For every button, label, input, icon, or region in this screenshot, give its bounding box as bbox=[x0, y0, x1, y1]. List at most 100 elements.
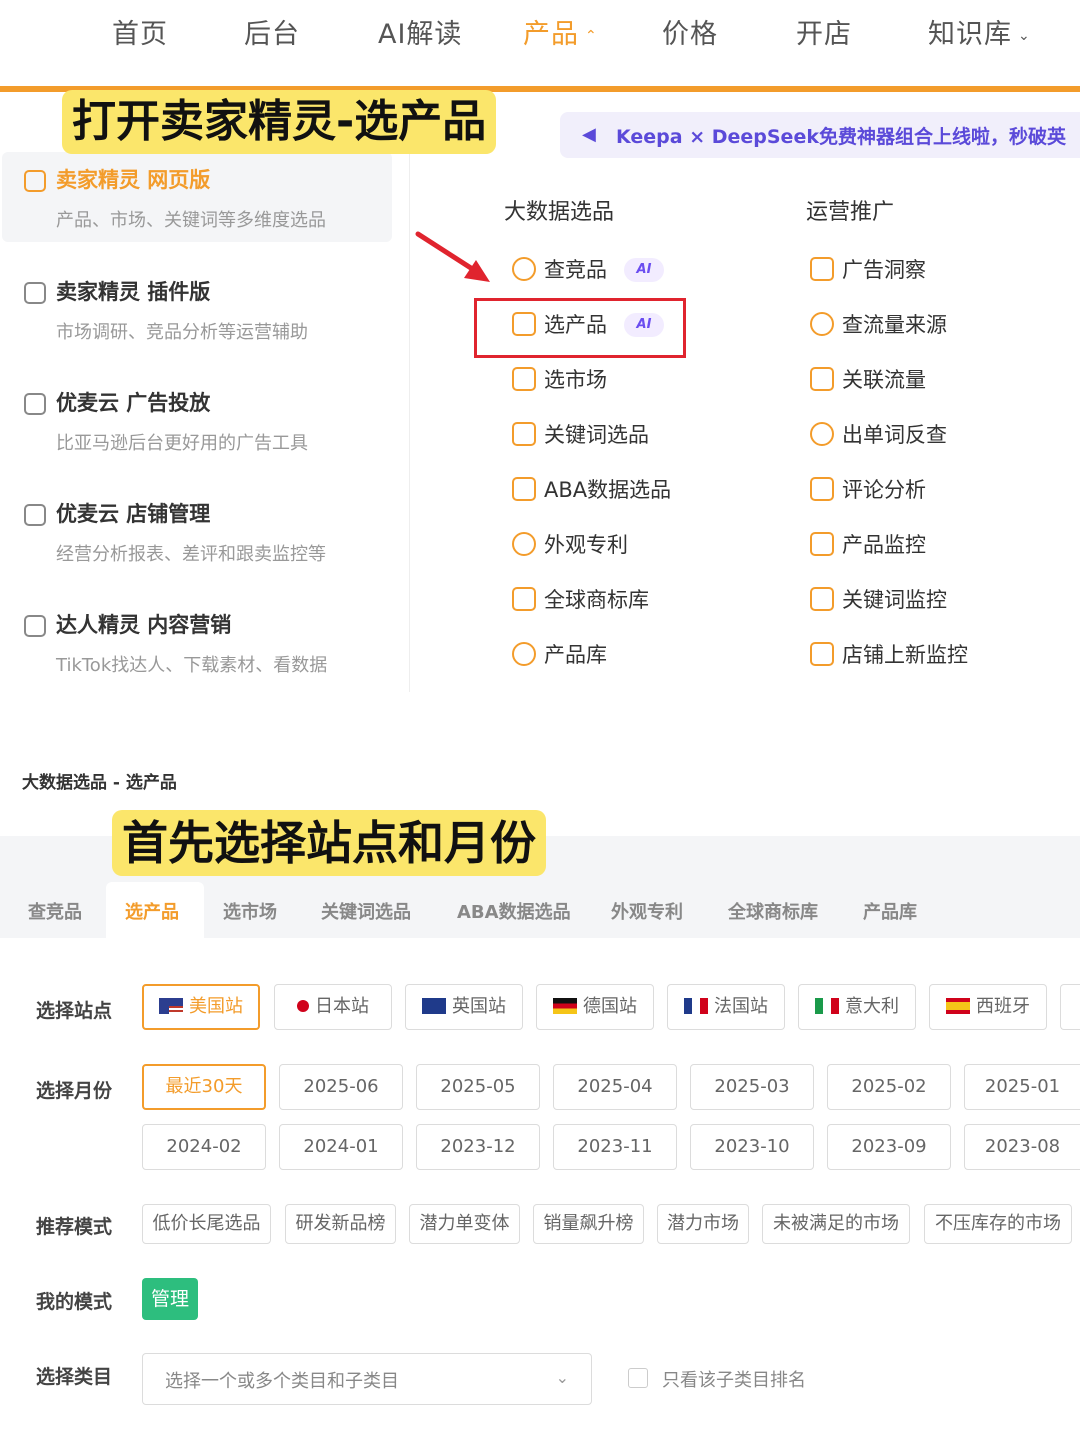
menu-item-ad-insight[interactable]: 广告洞察 bbox=[810, 252, 1030, 288]
product-influencer[interactable]: 达人精灵 内容营销 TikTok找达人、下载素材、看数据 bbox=[2, 597, 392, 687]
tab-product-db[interactable]: 产品库 bbox=[863, 898, 917, 924]
menu-item-review[interactable]: 评论分析 bbox=[810, 472, 1030, 508]
manage-button[interactable]: 管理 bbox=[142, 1278, 198, 1320]
month-option[interactable]: 2025-03 bbox=[690, 1064, 814, 1110]
site-more[interactable] bbox=[1060, 984, 1080, 1030]
product-web[interactable]: 卖家精灵 网页版 产品、市场、关键词等多维度选品 bbox=[2, 152, 392, 242]
breadcrumb: 大数据选品 - 选产品 bbox=[22, 773, 177, 793]
nav-ai[interactable]: AI解读 bbox=[378, 12, 462, 51]
menu-item-patent[interactable]: 外观专利 bbox=[512, 527, 712, 563]
product-title: 卖家精灵 插件版 bbox=[56, 280, 211, 304]
site-fr[interactable]: 法国站 bbox=[667, 984, 785, 1030]
site-jp[interactable]: 日本站 bbox=[274, 984, 392, 1030]
tab-trademark[interactable]: 全球商标库 bbox=[728, 898, 818, 924]
month-option[interactable]: 2024-02 bbox=[142, 1124, 266, 1170]
month-option[interactable]: 2025-05 bbox=[416, 1064, 540, 1110]
month-option[interactable]: 2023-08 bbox=[964, 1124, 1080, 1170]
site-label: 选择站点 bbox=[36, 1000, 113, 1022]
mode-option[interactable]: 销量飙升榜 bbox=[533, 1204, 644, 1244]
nav-knowledge[interactable]: 知识库 ⌄ bbox=[928, 12, 1031, 51]
site-it[interactable]: 意大利 bbox=[798, 984, 916, 1030]
month-option[interactable]: 2023-11 bbox=[553, 1124, 677, 1170]
product-title: 优麦云 店铺管理 bbox=[56, 502, 211, 526]
reverse-search-icon bbox=[810, 422, 834, 446]
mode-option[interactable]: 不压库存的市场 bbox=[924, 1204, 1072, 1244]
product-plugin[interactable]: 卖家精灵 插件版 市场调研、竞品分析等运营辅助 bbox=[2, 264, 392, 354]
product-title: 优麦云 广告投放 bbox=[56, 391, 211, 415]
tab-patent[interactable]: 外观专利 bbox=[611, 898, 683, 924]
menu-item-market[interactable]: 选市场 bbox=[512, 362, 712, 398]
site-uk[interactable]: 英国站 bbox=[405, 984, 523, 1030]
menu-item-aba[interactable]: ABA数据选品 bbox=[512, 472, 712, 508]
tab-select-product[interactable]: 选产品 bbox=[125, 898, 179, 924]
menu-item-label: 产品库 bbox=[544, 643, 607, 667]
month-option[interactable]: 2025-02 bbox=[827, 1064, 951, 1110]
menu-item-label: ABA数据选品 bbox=[544, 478, 672, 502]
month-option[interactable]: 最近30天 bbox=[142, 1064, 266, 1110]
product-title: 达人精灵 内容营销 bbox=[56, 613, 232, 637]
product-ads[interactable]: 优麦云 广告投放 比亚马逊后台更好用的广告工具 bbox=[2, 375, 392, 465]
menu-item-product-monitor[interactable]: 产品监控 bbox=[810, 527, 1030, 563]
menu-item-keyword-monitor[interactable]: 关键词监控 bbox=[810, 582, 1030, 618]
category-placeholder: 选择一个或多个类目和子类目 bbox=[165, 1371, 399, 1392]
site-de[interactable]: 德国站 bbox=[536, 984, 654, 1030]
nav-store[interactable]: 开店 bbox=[796, 12, 852, 51]
tab-keyword[interactable]: 关键词选品 bbox=[321, 898, 411, 924]
tiktok-icon bbox=[24, 615, 46, 637]
chart-icon bbox=[512, 477, 536, 501]
es-flag-icon bbox=[946, 998, 970, 1014]
tab-aba[interactable]: ABA数据选品 bbox=[457, 898, 571, 924]
ai-badge: AI bbox=[624, 258, 664, 282]
market-icon bbox=[512, 367, 536, 391]
only-subcategory-checkbox[interactable] bbox=[628, 1368, 648, 1388]
menu-item-competitor[interactable]: 查竞品 AI bbox=[512, 252, 712, 288]
product-desc: 市场调研、竞品分析等运营辅助 bbox=[56, 322, 308, 343]
nav-pricing[interactable]: 价格 bbox=[662, 12, 718, 51]
tab-market[interactable]: 选市场 bbox=[223, 898, 277, 924]
menu-item-label: 外观专利 bbox=[544, 533, 628, 557]
mode-option[interactable]: 研发新品榜 bbox=[285, 1204, 396, 1244]
menu-item-traffic-source[interactable]: 查流量来源 bbox=[810, 307, 1030, 343]
menu-item-order-keyword[interactable]: 出单词反查 bbox=[810, 417, 1030, 453]
nav-backend[interactable]: 后台 bbox=[244, 12, 300, 51]
month-option[interactable]: 2025-06 bbox=[279, 1064, 403, 1110]
tab-competitor[interactable]: 查竞品 bbox=[28, 898, 82, 924]
category-label: 选择类目 bbox=[36, 1366, 113, 1388]
site-us[interactable]: 美国站 bbox=[142, 984, 260, 1030]
chevron-down-icon: ⌄ bbox=[1018, 27, 1031, 44]
store-monitor-icon bbox=[810, 642, 834, 666]
nav-store-label: 开店 bbox=[796, 19, 852, 50]
menu-item-label: 选市场 bbox=[544, 368, 607, 392]
nav-products[interactable]: 产品 ⌃ bbox=[523, 12, 598, 51]
mode-option[interactable]: 未被满足的市场 bbox=[762, 1204, 910, 1244]
grid-icon bbox=[512, 422, 536, 446]
menu-item-store-monitor[interactable]: 店铺上新监控 bbox=[810, 637, 1050, 673]
chevron-down-icon: ⌄ bbox=[555, 1368, 569, 1387]
category-select[interactable]: 选择一个或多个类目和子类目 ⌄ bbox=[142, 1353, 592, 1405]
site-es[interactable]: 西班牙 bbox=[929, 984, 1047, 1030]
month-option[interactable]: 2023-10 bbox=[690, 1124, 814, 1170]
menu-item-label: 评论分析 bbox=[842, 478, 926, 502]
nav-home[interactable]: 首页 bbox=[112, 12, 168, 51]
menu-item-trademark[interactable]: 全球商标库 bbox=[512, 582, 712, 618]
menu-item-product-db[interactable]: 产品库 bbox=[512, 637, 712, 673]
search-icon bbox=[512, 257, 536, 281]
menu-item-keyword[interactable]: 关键词选品 bbox=[512, 417, 712, 453]
mode-option[interactable]: 低价长尾选品 bbox=[142, 1204, 271, 1244]
product-store[interactable]: 优麦云 店铺管理 经营分析报表、差评和跟卖监控等 bbox=[2, 486, 392, 576]
month-option[interactable]: 2023-12 bbox=[416, 1124, 540, 1170]
highlight-box bbox=[474, 298, 686, 358]
mode-option[interactable]: 潜力市场 bbox=[657, 1204, 749, 1244]
product-desc: 经营分析报表、差评和跟卖监控等 bbox=[56, 544, 326, 565]
fr-flag-icon bbox=[684, 998, 708, 1014]
month-option[interactable]: 2025-04 bbox=[553, 1064, 677, 1110]
menu-item-label: 广告洞察 bbox=[842, 258, 926, 282]
month-option[interactable]: 2024-01 bbox=[279, 1124, 403, 1170]
menu-item-related-traffic[interactable]: 关联流量 bbox=[810, 362, 1030, 398]
monitor-icon bbox=[810, 532, 834, 556]
month-option[interactable]: 2025-01 bbox=[964, 1064, 1080, 1110]
plugin-icon bbox=[24, 282, 46, 304]
mode-option[interactable]: 潜力单变体 bbox=[409, 1204, 520, 1244]
promo-banner[interactable]: ◀ Keepa × DeepSeek免费神器组合上线啦，秒破英 bbox=[560, 112, 1080, 158]
month-option[interactable]: 2023-09 bbox=[827, 1124, 951, 1170]
